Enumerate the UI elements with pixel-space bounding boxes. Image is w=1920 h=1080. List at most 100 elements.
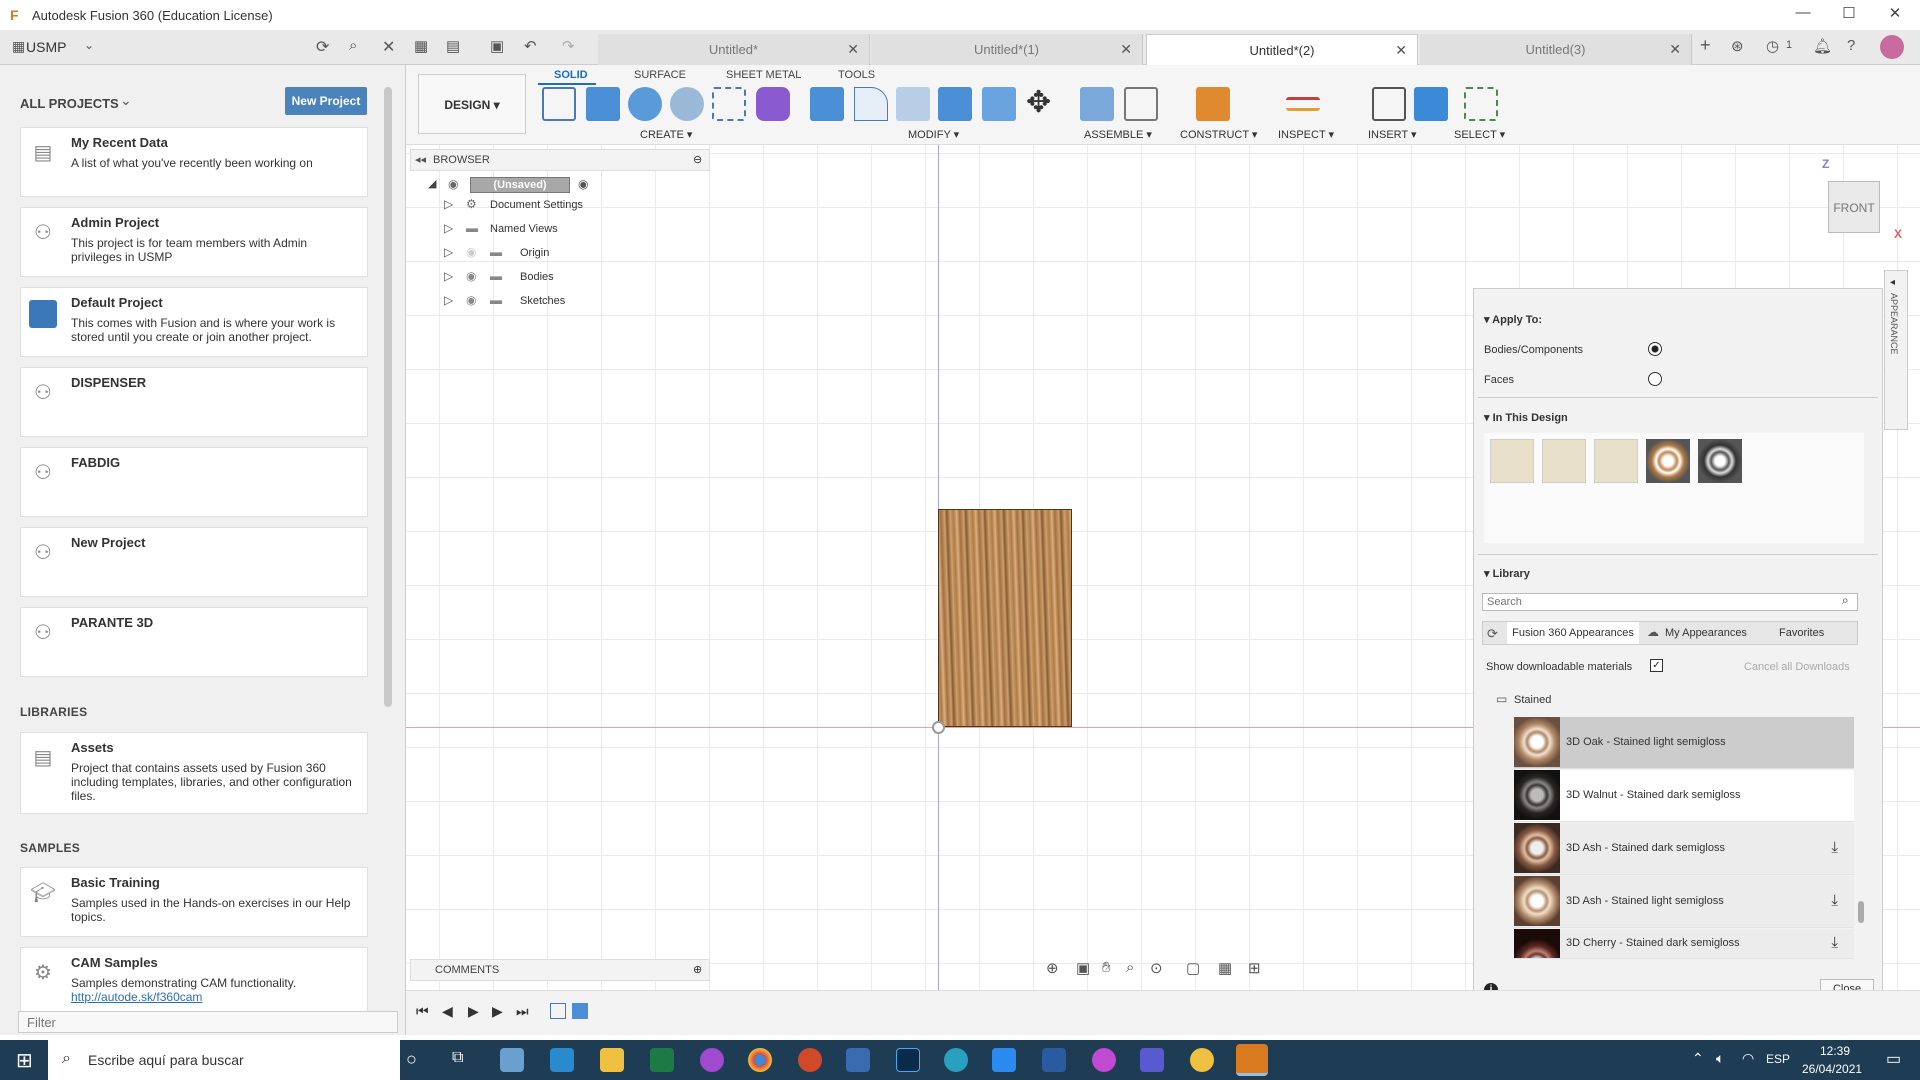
close-tab-icon[interactable]: ✕ bbox=[1120, 41, 1132, 58]
notification-center-icon[interactable]: ▭ bbox=[1886, 1049, 1901, 1069]
faces-radio[interactable] bbox=[1648, 372, 1662, 386]
expand-root-icon[interactable]: ◢ bbox=[428, 177, 436, 190]
tab-solid[interactable]: SOLID bbox=[554, 69, 588, 81]
pan-icon[interactable]: ✋︎ bbox=[1102, 959, 1111, 976]
chamfer-icon[interactable] bbox=[896, 87, 930, 121]
cancel-downloads-link[interactable]: Cancel all Downloads bbox=[1744, 661, 1850, 673]
calculator-icon[interactable] bbox=[550, 1048, 574, 1072]
tab-my-appearances[interactable]: My Appearances bbox=[1665, 627, 1747, 639]
revolve-icon[interactable] bbox=[628, 87, 662, 121]
download-icon[interactable]: ⤓ bbox=[1831, 839, 1838, 856]
refresh-icon[interactable]: ⟳ bbox=[1487, 626, 1498, 642]
tab-untitled[interactable]: Untitled* ✕ bbox=[598, 34, 870, 65]
search-icon[interactable]: ⌕ bbox=[349, 37, 357, 54]
project-card-parante-3d[interactable]: ⚇ PARANTE 3D bbox=[20, 607, 368, 677]
avatar[interactable] bbox=[1880, 35, 1904, 59]
close-tab-icon[interactable]: ✕ bbox=[1395, 42, 1407, 59]
job-status-icon[interactable]: ◷ bbox=[1766, 37, 1779, 55]
library-card-assets[interactable]: ▤ Assets Project that contains assets us… bbox=[20, 732, 368, 814]
project-card-admin[interactable]: ⚇ Admin Project This project is for team… bbox=[20, 207, 368, 277]
undo-icon[interactable]: ↶ bbox=[524, 37, 537, 55]
app-icon-3[interactable] bbox=[1092, 1048, 1116, 1072]
notifications-icon[interactable]: 🔔︎ bbox=[1813, 37, 1832, 55]
swatch-2[interactable] bbox=[1542, 439, 1586, 483]
tab-favorites[interactable]: Favorites bbox=[1779, 627, 1824, 639]
apply-to-header[interactable]: ▾ Apply To: bbox=[1484, 313, 1542, 326]
new-project-button[interactable]: New Project bbox=[285, 87, 367, 115]
insert-image-icon[interactable] bbox=[1414, 87, 1448, 121]
swatch-3[interactable] bbox=[1594, 439, 1638, 483]
expand-panel-icon[interactable]: ◂ bbox=[1890, 277, 1895, 288]
zoom-icon[interactable]: ⌕ bbox=[1126, 959, 1134, 976]
fusion-taskbar-icon[interactable] bbox=[1236, 1044, 1268, 1076]
refresh-icon[interactable]: ⟳ bbox=[316, 37, 329, 57]
measure-icon[interactable] bbox=[1286, 97, 1320, 111]
filter-input[interactable] bbox=[18, 1011, 398, 1033]
timeline-sketch-icon[interactable] bbox=[550, 1003, 566, 1019]
press-pull-icon[interactable] bbox=[810, 87, 844, 121]
project-card-default[interactable]: Default Project This comes with Fusion a… bbox=[20, 287, 368, 357]
construct-menu[interactable]: CONSTRUCT ▾ bbox=[1180, 128, 1257, 141]
chrome-icon[interactable] bbox=[748, 1048, 772, 1072]
create-menu[interactable]: CREATE ▾ bbox=[640, 128, 692, 141]
hidden-eye-icon[interactable]: ◉ bbox=[466, 245, 476, 259]
help-icon[interactable]: ? bbox=[1847, 37, 1855, 54]
browser-item-bodies[interactable]: Bodies bbox=[520, 271, 554, 283]
app-icon-2[interactable] bbox=[700, 1048, 724, 1072]
expand-icon[interactable]: ▷ bbox=[444, 293, 453, 307]
task-view-icon[interactable]: ⧉ bbox=[452, 1049, 463, 1067]
library-header[interactable]: ▾ Library bbox=[1484, 567, 1530, 580]
sample-card-basic-training[interactable]: 🎓︎ Basic Training Samples used in the Ha… bbox=[20, 867, 368, 937]
extrude-icon[interactable] bbox=[586, 87, 620, 121]
chevron-down-icon[interactable]: ⌄ bbox=[120, 92, 132, 109]
appearance-side-tab[interactable]: ◂ APPEARANCE bbox=[1884, 270, 1908, 430]
inspect-menu[interactable]: INSPECT ▾ bbox=[1278, 128, 1334, 141]
show-downloadable-checkbox[interactable]: ✓ bbox=[1650, 659, 1663, 672]
excel-icon[interactable] bbox=[650, 1048, 674, 1072]
all-projects-label[interactable]: ALL PROJECTS bbox=[20, 96, 119, 111]
go-to-start-icon[interactable]: ⏮︎ bbox=[416, 1003, 429, 1020]
expand-icon[interactable]: ▷ bbox=[444, 245, 453, 259]
clock-date[interactable]: 26/04/2021 bbox=[1802, 1062, 1862, 1076]
store-icon[interactable] bbox=[846, 1048, 870, 1072]
windows-start-icon[interactable]: ⊞ bbox=[16, 1048, 33, 1073]
volume-icon[interactable]: 🔈︎ bbox=[1716, 1050, 1724, 1067]
word-icon[interactable] bbox=[1042, 1048, 1066, 1072]
cortana-icon[interactable]: ○ bbox=[406, 1049, 417, 1070]
folder-stained[interactable]: Stained bbox=[1514, 694, 1551, 706]
bodies-radio[interactable] bbox=[1648, 342, 1662, 356]
project-card-new-project[interactable]: ⚇ New Project bbox=[20, 527, 368, 597]
material-row[interactable]: 3D Ash - Stained dark semigloss ⤓ bbox=[1514, 823, 1854, 875]
workspace-switcher[interactable]: DESIGN ▾ bbox=[418, 74, 526, 134]
material-row[interactable]: 3D Walnut - Stained dark semigloss bbox=[1514, 770, 1854, 822]
step-back-icon[interactable]: ◀ bbox=[442, 1003, 453, 1020]
zoom-app-icon[interactable] bbox=[992, 1048, 1016, 1072]
offset-face-icon[interactable] bbox=[982, 87, 1016, 121]
tab-surface[interactable]: SURFACE bbox=[634, 69, 686, 81]
combine-icon[interactable] bbox=[938, 87, 972, 121]
tab-untitled-2[interactable]: Untitled*(2) ✕ bbox=[1146, 34, 1418, 65]
maximize-icon[interactable]: ☐ bbox=[1826, 4, 1872, 26]
tab-untitled-1[interactable]: Untitled*(1) ✕ bbox=[871, 34, 1143, 65]
minimize-icon[interactable]: — bbox=[1780, 4, 1826, 26]
hole-icon[interactable] bbox=[670, 87, 704, 121]
project-card-my-recent-data[interactable]: ▤ My Recent Data A list of what you've r… bbox=[20, 127, 368, 197]
form-icon[interactable] bbox=[756, 87, 790, 121]
apps-grid-icon[interactable]: ▦ bbox=[414, 37, 428, 55]
minimize-browser-icon[interactable]: ⊖ bbox=[693, 153, 702, 166]
visibility-eye-icon[interactable]: ◉ bbox=[466, 293, 476, 307]
browser-root[interactable]: (Unsaved) bbox=[470, 177, 570, 193]
create-sketch-icon[interactable] bbox=[542, 87, 576, 121]
select-window-icon[interactable] bbox=[1464, 87, 1498, 121]
tab-tools[interactable]: TOOLS bbox=[838, 69, 875, 81]
close-panel-icon[interactable]: ✕ bbox=[382, 37, 395, 57]
expand-icon[interactable]: ▷ bbox=[444, 221, 453, 235]
powerpoint-icon[interactable] bbox=[798, 1048, 822, 1072]
project-card-dispenser[interactable]: ⚇ DISPENSER bbox=[20, 367, 368, 437]
tab-untitled-3[interactable]: Untitled(3) ✕ bbox=[1420, 34, 1692, 65]
team-name[interactable]: USMP bbox=[26, 39, 66, 55]
joint-icon[interactable] bbox=[1124, 87, 1158, 121]
new-tab-icon[interactable]: + bbox=[1700, 35, 1711, 56]
new-component-icon[interactable] bbox=[1080, 87, 1114, 121]
material-list-scrollbar[interactable] bbox=[1858, 901, 1864, 923]
